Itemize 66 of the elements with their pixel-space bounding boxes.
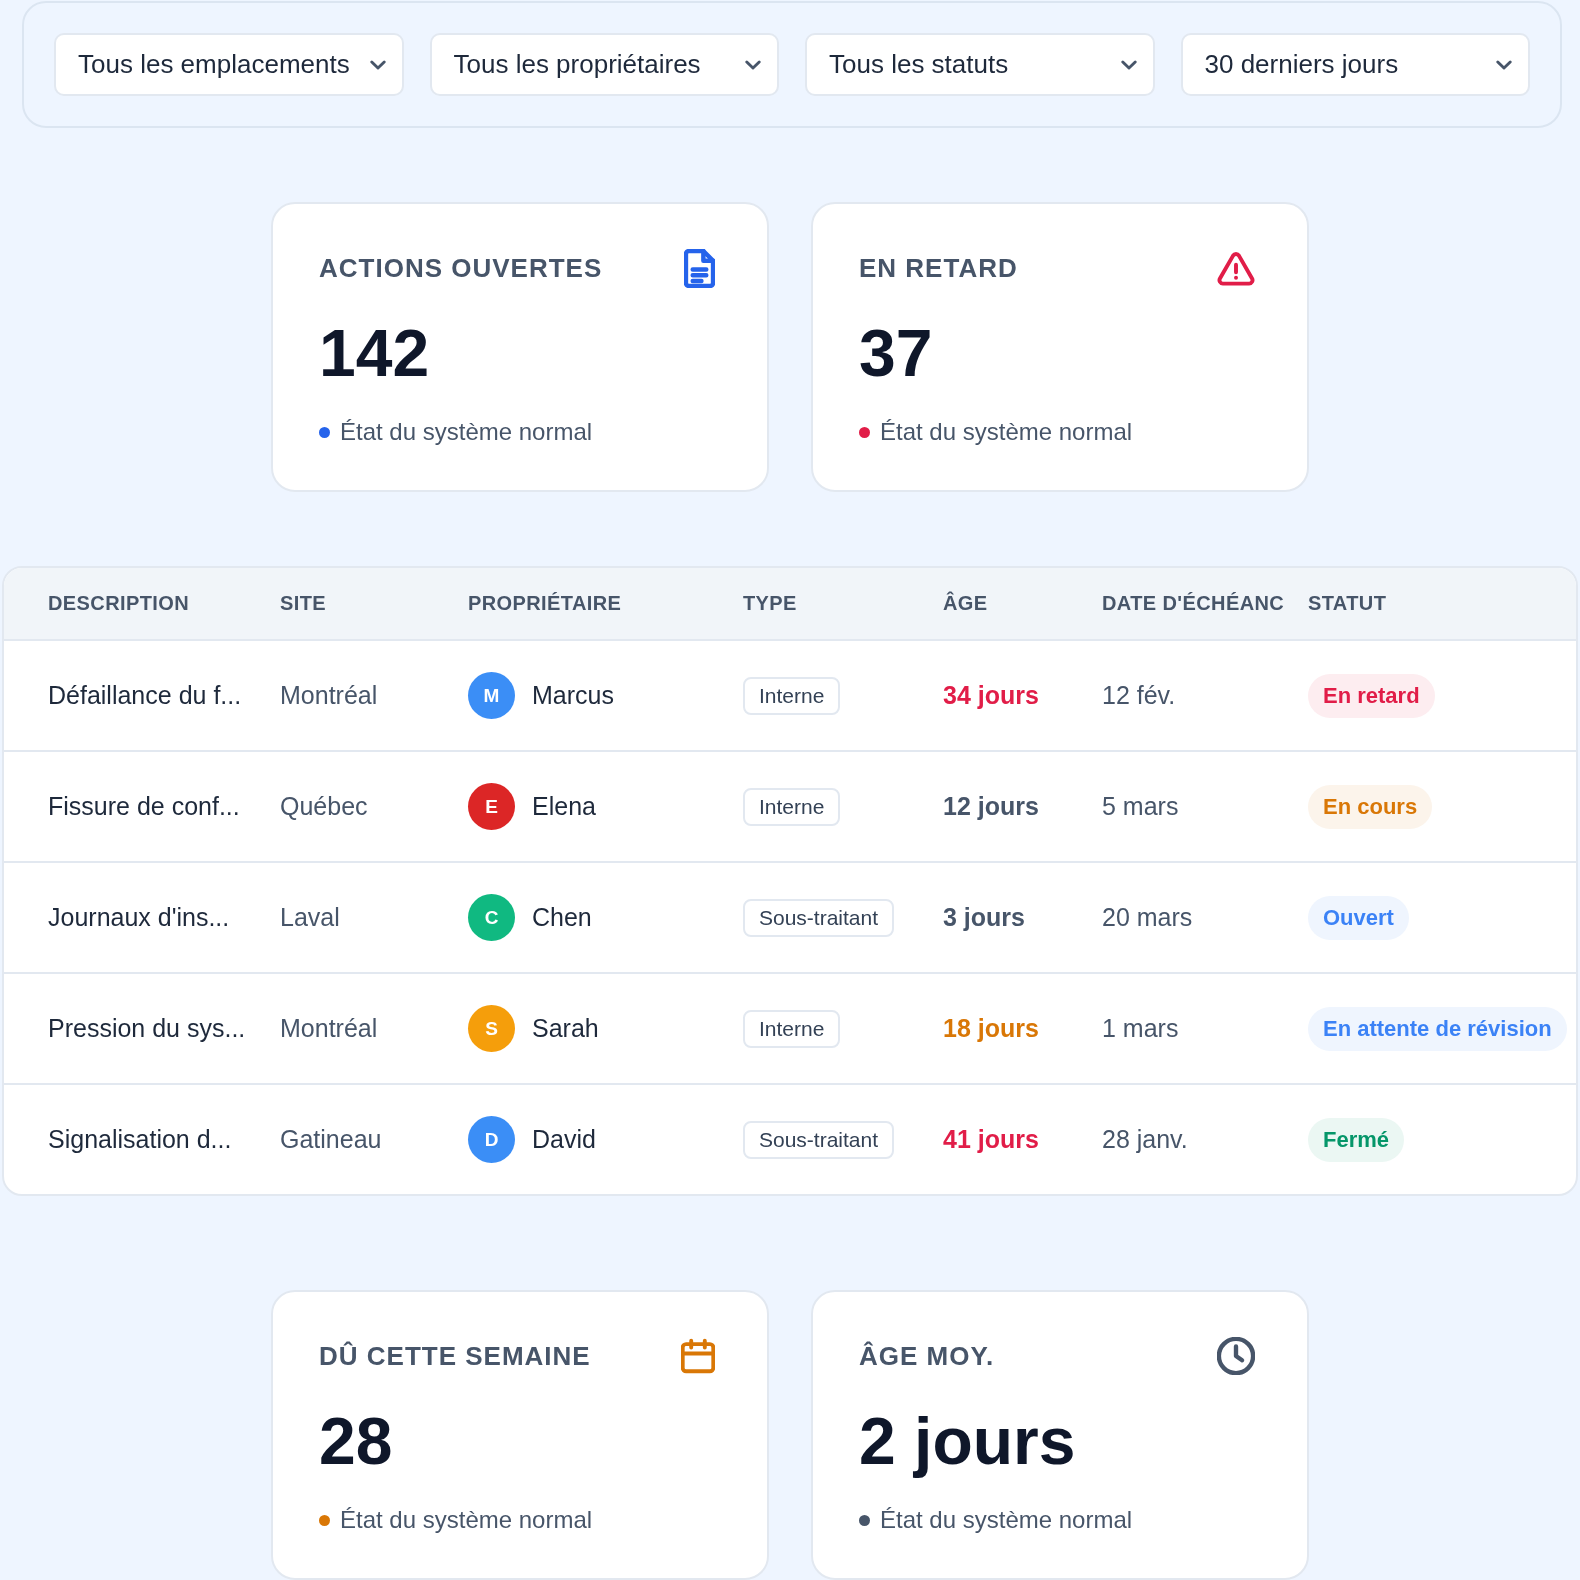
chevron-down-icon bbox=[369, 59, 386, 70]
site-text: Montréal bbox=[280, 681, 378, 710]
avatar: E bbox=[468, 783, 515, 830]
age-text: 18 jours bbox=[943, 1014, 1039, 1043]
column-header: ÂGE bbox=[943, 592, 988, 615]
type-tag: Interne bbox=[743, 1009, 841, 1048]
status-text: État du système normal bbox=[340, 1506, 593, 1534]
status-badge: En retard bbox=[1308, 673, 1435, 718]
card-title: ÂGE MOY. bbox=[859, 1340, 995, 1372]
filter-dropdown[interactable]: 30 derniers jours bbox=[1180, 33, 1530, 96]
filter-dropdown[interactable]: Tous les statuts bbox=[805, 33, 1155, 96]
card-title: DÛ CETTE SEMAINE bbox=[319, 1340, 591, 1372]
avatar: S bbox=[468, 1005, 515, 1052]
column-header: DESCRIPTION bbox=[48, 592, 190, 615]
column-header: SITE bbox=[280, 592, 327, 615]
owner-name: Elena bbox=[532, 792, 596, 821]
kpi-value: 142 bbox=[319, 320, 430, 386]
status-text: État du système normal bbox=[340, 418, 593, 446]
owner-name: Chen bbox=[532, 903, 592, 932]
avatar: D bbox=[468, 1116, 515, 1163]
due-date-text: 1 mars bbox=[1102, 1014, 1179, 1043]
filter-dropdown[interactable]: Tous les emplacements bbox=[54, 33, 404, 96]
description-text: Pression du sys... bbox=[48, 1014, 246, 1043]
site-text: Montréal bbox=[280, 1014, 378, 1043]
column-header: TYPE bbox=[743, 592, 797, 615]
description-text: Défaillance du f... bbox=[48, 681, 242, 710]
type-tag: Sous-traitant bbox=[743, 1120, 895, 1159]
filter-dropdown[interactable]: Tous les propriétaires bbox=[429, 33, 779, 96]
age-text: 41 jours bbox=[943, 1125, 1039, 1154]
avatar: M bbox=[468, 672, 515, 719]
kpi-value: 28 bbox=[319, 1408, 393, 1474]
site-text: Laval bbox=[280, 903, 340, 932]
owner-name: Marcus bbox=[532, 681, 614, 710]
column-header: PROPRIÉTAIRE bbox=[468, 592, 622, 615]
chevron-down-icon bbox=[1496, 59, 1512, 70]
type-tag: Interne bbox=[743, 787, 841, 826]
kpi-value: 37 bbox=[859, 320, 933, 386]
owner-name: Sarah bbox=[532, 1014, 599, 1043]
description-text: Signalisation d... bbox=[48, 1125, 232, 1154]
type-tag: Sous-traitant bbox=[743, 898, 895, 937]
chevron-down-icon bbox=[1120, 59, 1137, 70]
avatar: C bbox=[468, 894, 515, 941]
status-badge: En attente de révision bbox=[1308, 1006, 1567, 1051]
status-badge: Fermé bbox=[1308, 1117, 1405, 1162]
column-header: STATUT bbox=[1308, 592, 1387, 615]
type-tag: Interne bbox=[743, 676, 841, 715]
card-title: ACTIONS OUVERTES bbox=[319, 252, 603, 284]
age-text: 12 jours bbox=[943, 792, 1039, 821]
status-text: État du système normal bbox=[880, 1506, 1133, 1534]
card-title: EN RETARD bbox=[859, 252, 1018, 284]
description-text: Journaux d'ins... bbox=[48, 903, 230, 932]
due-date-text: 20 mars bbox=[1102, 903, 1193, 932]
status-badge: En cours bbox=[1308, 784, 1433, 829]
due-date-text: 5 mars bbox=[1102, 792, 1179, 821]
status-text: État du système normal bbox=[880, 418, 1133, 446]
due-date-text: 12 fév. bbox=[1102, 681, 1176, 710]
site-text: Gatineau bbox=[280, 1125, 382, 1154]
site-text: Québec bbox=[280, 792, 368, 821]
age-text: 3 jours bbox=[943, 903, 1025, 932]
due-date-text: 28 janv. bbox=[1102, 1125, 1188, 1154]
description-text: Fissure de conf... bbox=[48, 792, 240, 821]
age-text: 34 jours bbox=[943, 681, 1039, 710]
owner-name: David bbox=[532, 1125, 596, 1154]
column-header: DATE D'ÉCHÉANC bbox=[1102, 592, 1285, 615]
chevron-down-icon bbox=[745, 59, 761, 70]
status-badge: Ouvert bbox=[1308, 895, 1409, 940]
